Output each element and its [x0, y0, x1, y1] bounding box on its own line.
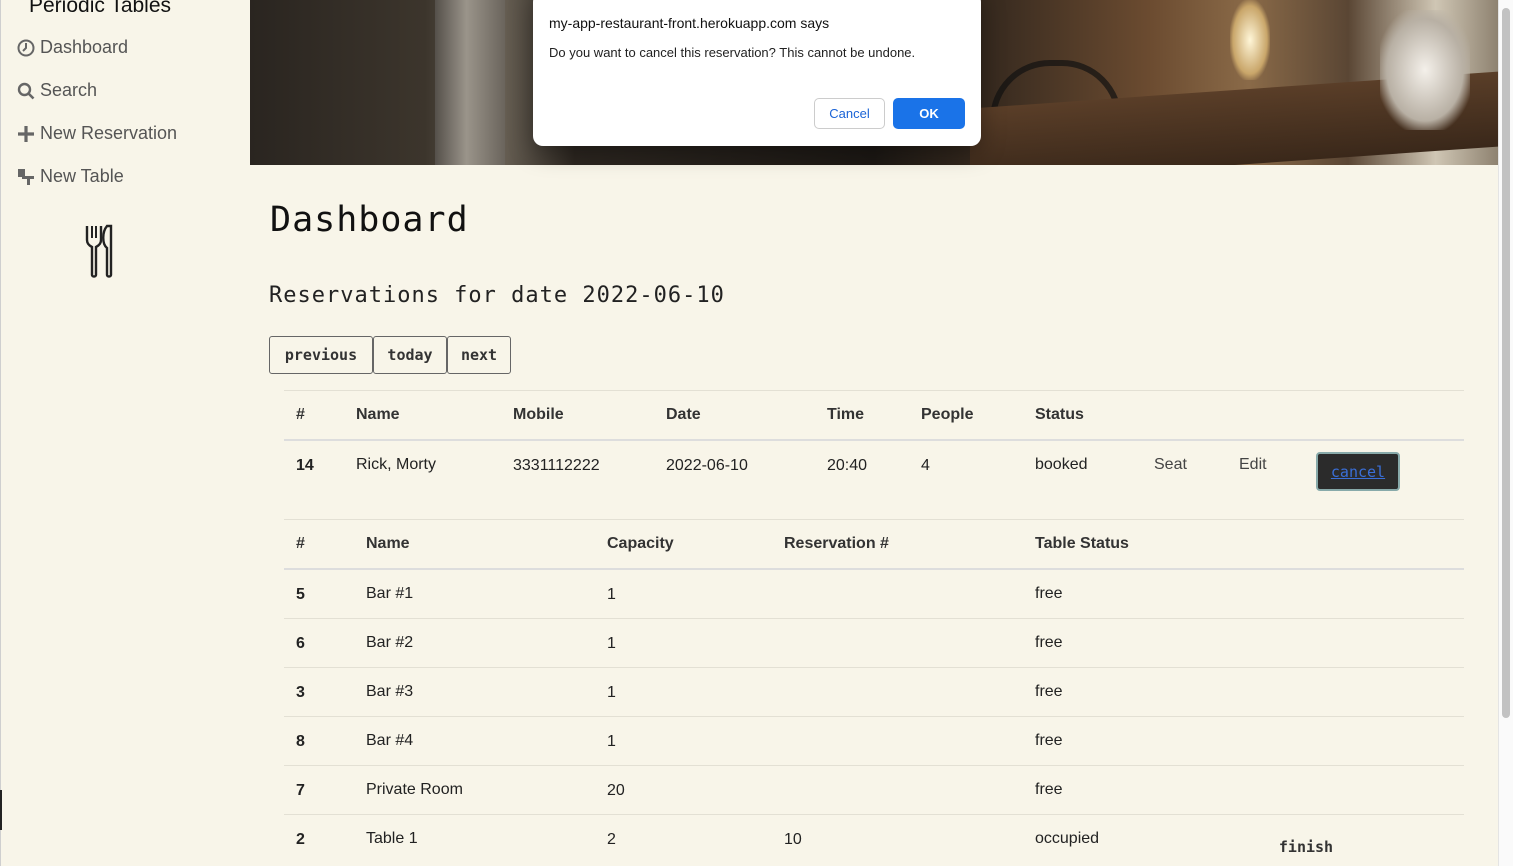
- row-divider: [284, 765, 1464, 766]
- res-col-id: #: [296, 406, 305, 423]
- tbl-id: 3: [296, 684, 305, 701]
- tbl-col-name: Name: [366, 535, 410, 552]
- res-col-date: Date: [666, 406, 701, 423]
- previous-button[interactable]: previous: [269, 336, 373, 374]
- tbl-capacity: 1: [607, 733, 616, 750]
- cancel-reservation-button[interactable]: cancel: [1316, 452, 1400, 491]
- tbl-capacity: 1: [607, 684, 616, 701]
- nav-new-table-label: New Table: [40, 166, 124, 186]
- tbl-id: 2: [296, 831, 305, 848]
- plus-icon: [18, 125, 34, 142]
- tbl-id: 7: [296, 782, 305, 799]
- tbl-id: 6: [296, 635, 305, 652]
- tbl-status: occupied: [1035, 830, 1100, 847]
- nav-search-label: Search: [40, 80, 98, 100]
- tbl-col-capacity: Capacity: [607, 535, 674, 552]
- sidebar: Periodic Tables Dashboard Search New Res…: [0, 0, 251, 866]
- tbl-status: free: [1035, 732, 1063, 749]
- nav-dashboard[interactable]: Dashboard: [17, 37, 128, 58]
- tbl-capacity: 2: [607, 831, 616, 848]
- window-edge: [0, 790, 2, 830]
- tables-header-divider: [284, 568, 1464, 570]
- today-button[interactable]: today: [373, 336, 447, 374]
- tbl-col-id: #: [296, 535, 305, 552]
- tbl-status: free: [1035, 634, 1063, 651]
- edit-link[interactable]: Edit: [1239, 456, 1267, 474]
- tbl-col-status: Table Status: [1035, 535, 1129, 552]
- nav-new-reservation[interactable]: New Reservation: [17, 123, 177, 144]
- tbl-name: Private Room: [366, 781, 463, 798]
- table-icon: [18, 168, 34, 185]
- tbl-capacity: 20: [607, 782, 625, 799]
- res-col-time: Time: [827, 406, 865, 423]
- tbl-name: Bar #4: [366, 732, 414, 749]
- seat-link[interactable]: Seat: [1154, 456, 1187, 474]
- res-time: 20:40: [827, 457, 868, 474]
- app-brand[interactable]: Periodic Tables: [29, 0, 171, 18]
- tbl-name: Table 1: [366, 830, 418, 847]
- nav-new-table[interactable]: New Table: [17, 166, 124, 187]
- tbl-id: 5: [296, 586, 305, 603]
- row-divider: [284, 814, 1464, 815]
- reservations-table-top-border: [284, 390, 1464, 391]
- nav-dashboard-label: Dashboard: [40, 37, 129, 57]
- next-button[interactable]: next: [447, 336, 511, 374]
- row-divider: [284, 667, 1464, 668]
- res-mobile: 3331112222: [513, 457, 600, 474]
- page-title: Dashboard: [270, 200, 469, 240]
- cutlery-icon: [85, 224, 113, 278]
- confirm-dialog: my-app-restaurant-front.herokuapp.com sa…: [533, 0, 981, 146]
- res-status: booked: [1035, 456, 1088, 473]
- res-people: 4: [921, 457, 930, 474]
- tbl-status: free: [1035, 781, 1063, 798]
- reservations-date-heading: Reservations for date 2022-06-10: [269, 283, 725, 308]
- dialog-message: Do you want to cancel this reservation? …: [549, 45, 916, 60]
- tbl-capacity: 1: [607, 635, 616, 652]
- row-divider: [284, 618, 1464, 619]
- row-divider: [284, 716, 1464, 717]
- tbl-name: Bar #1: [366, 585, 414, 602]
- res-col-status: Status: [1035, 406, 1084, 423]
- tables-table-top-border: [284, 519, 1464, 520]
- tbl-status: free: [1035, 585, 1063, 602]
- tbl-capacity: 1: [607, 586, 616, 603]
- res-col-name: Name: [356, 406, 400, 423]
- res-col-mobile: Mobile: [513, 406, 564, 423]
- search-icon: [17, 82, 35, 99]
- res-date: 2022-06-10: [666, 457, 748, 474]
- tbl-status: free: [1035, 683, 1063, 700]
- scrollbar-thumb[interactable]: [1502, 8, 1510, 718]
- res-id: 14: [296, 457, 314, 474]
- page-scrollbar[interactable]: [1498, 0, 1513, 866]
- tbl-id: 8: [296, 733, 305, 750]
- date-navigation: previous today next: [269, 336, 511, 374]
- tbl-reservation: 10: [784, 831, 802, 848]
- res-name: Rick, Morty: [356, 456, 436, 473]
- tbl-name: Bar #2: [366, 634, 414, 651]
- finish-button[interactable]: finish: [1266, 832, 1346, 862]
- dialog-origin: my-app-restaurant-front.herokuapp.com sa…: [549, 15, 830, 31]
- dashboard-icon: [17, 39, 35, 56]
- nav-search[interactable]: Search: [17, 80, 97, 101]
- tbl-col-reservation: Reservation #: [784, 535, 889, 552]
- dialog-ok-button[interactable]: OK: [893, 98, 965, 129]
- dialog-cancel-button[interactable]: Cancel: [814, 98, 885, 129]
- reservations-header-divider: [284, 439, 1464, 441]
- tbl-name: Bar #3: [366, 683, 414, 700]
- res-col-people: People: [921, 406, 974, 423]
- nav-new-reservation-label: New Reservation: [40, 123, 178, 143]
